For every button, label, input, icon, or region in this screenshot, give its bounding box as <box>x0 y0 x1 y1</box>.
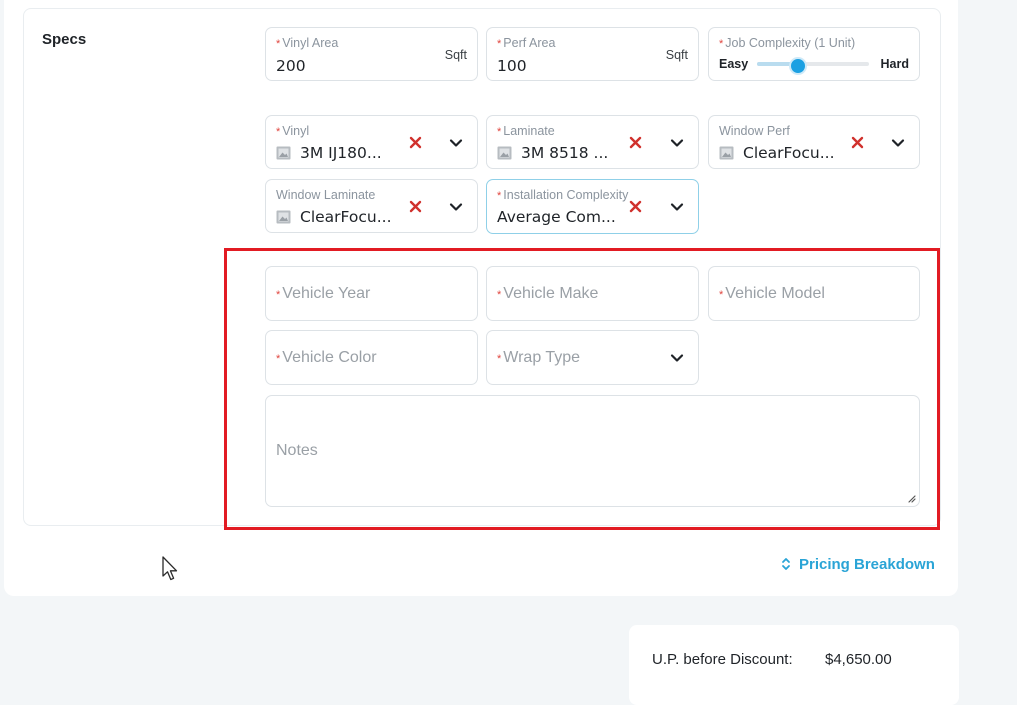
vinyl-value: 3M IJ180... <box>300 144 382 162</box>
window-laminate-select[interactable]: Window Laminate ClearFocu... <box>265 179 478 233</box>
chevron-down-icon[interactable] <box>449 138 463 148</box>
perf-area-label: * Perf Area <box>497 36 556 50</box>
specs-title: Specs <box>42 31 87 48</box>
installation-complexity-value: Average Com... <box>497 208 616 226</box>
window-laminate-label: Window Laminate <box>276 188 376 202</box>
window-laminate-value: ClearFocu... <box>300 208 392 226</box>
slider-easy-label: Easy <box>719 57 749 71</box>
up-before-discount-value: $4,650.00 <box>825 651 892 668</box>
chevron-down-icon[interactable] <box>670 202 684 212</box>
perf-area-field[interactable]: * Perf Area 100 Sqft <box>486 27 699 81</box>
vinyl-area-field[interactable]: * Vinyl Area 200 Sqft <box>265 27 478 81</box>
vinyl-area-value[interactable]: 200 <box>276 57 306 75</box>
image-placeholder-icon <box>497 146 512 160</box>
image-placeholder-icon <box>719 146 734 160</box>
highlight-box <box>224 248 940 530</box>
chevron-down-icon[interactable] <box>449 202 463 212</box>
job-complexity-label: * Job Complexity (1 Unit) <box>719 36 856 50</box>
clear-x-icon[interactable] <box>629 200 642 213</box>
image-placeholder-icon <box>276 210 291 224</box>
mouse-pointer-icon <box>162 556 178 581</box>
pricing-breakdown-link[interactable]: Pricing Breakdown <box>781 556 935 573</box>
slider-handle[interactable] <box>789 57 808 75</box>
laminate-value: 3M 8518 ... <box>521 144 609 162</box>
slider-hard-label: Hard <box>880 57 909 71</box>
job-complexity-slider[interactable] <box>757 57 869 75</box>
installation-complexity-label: * Installation Complexity <box>497 188 629 202</box>
vinyl-label: * Vinyl <box>276 124 310 138</box>
vinyl-area-label: * Vinyl Area <box>276 36 339 50</box>
laminate-label: * Laminate <box>497 124 555 138</box>
window-perf-value: ClearFocu... <box>743 144 835 162</box>
chevron-down-icon[interactable] <box>670 138 684 148</box>
up-before-discount-label: U.P. before Discount: <box>652 651 793 668</box>
clear-x-icon[interactable] <box>851 136 864 149</box>
clear-x-icon[interactable] <box>409 200 422 213</box>
clear-x-icon[interactable] <box>409 136 422 149</box>
window-perf-select[interactable]: Window Perf ClearFocu... <box>708 115 920 169</box>
vinyl-area-unit: Sqft <box>444 48 467 62</box>
job-complexity-field: * Job Complexity (1 Unit) Easy Hard <box>708 27 920 81</box>
perf-area-unit: Sqft <box>665 48 688 62</box>
laminate-select[interactable]: * Laminate 3M 8518 ... <box>486 115 699 169</box>
window-perf-label: Window Perf <box>719 124 790 138</box>
perf-area-value[interactable]: 100 <box>497 57 527 75</box>
clear-x-icon[interactable] <box>629 136 642 149</box>
vinyl-select[interactable]: * Vinyl 3M IJ180... <box>265 115 478 169</box>
price-summary-card: U.P. before Discount: $4,650.00 <box>629 625 959 705</box>
sort-arrows-icon <box>782 558 790 570</box>
chevron-down-icon[interactable] <box>891 138 905 148</box>
image-placeholder-icon <box>276 146 291 160</box>
installation-complexity-select[interactable]: * Installation Complexity Average Com... <box>486 179 699 234</box>
